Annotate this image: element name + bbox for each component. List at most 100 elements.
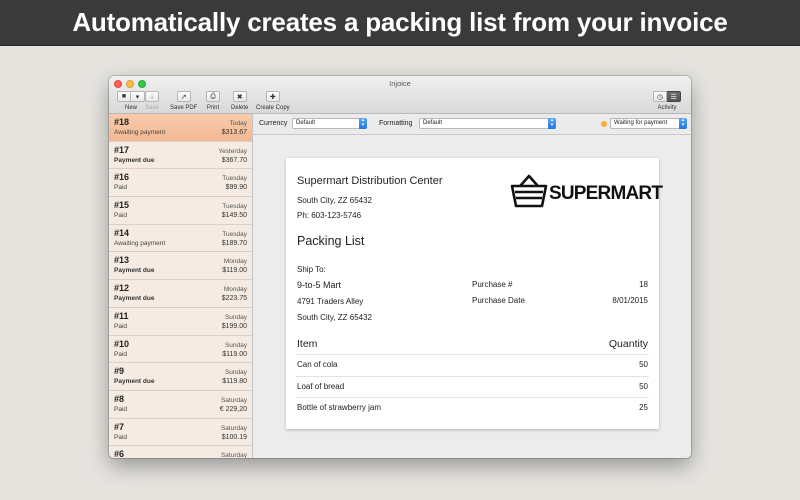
- formatting-select[interactable]: Default ▴ ▾: [419, 118, 556, 129]
- invoice-number: #17: [114, 144, 130, 155]
- invoice-status: Paid: [114, 184, 128, 192]
- invoice-number: #9: [114, 366, 125, 377]
- item-name: Loaf of bread: [297, 381, 345, 391]
- invoice-amount: $119.00: [222, 267, 247, 275]
- invoice-day: Saturday: [220, 424, 247, 432]
- invoice-day: Sunday: [224, 313, 247, 321]
- filter-bar: Currency Default ▴ ▾ Formatting Default ▴…: [253, 114, 691, 135]
- new-document-icon: ■: [117, 91, 131, 102]
- invoice-status: Paid: [114, 433, 128, 441]
- document-preview-area: Supermart Distribution Center South City…: [253, 135, 691, 458]
- quantity-column-header: Quantity: [608, 338, 648, 350]
- invoice-row[interactable]: #14 Tuesday Awaiting payment $189.70: [109, 224, 252, 253]
- logo-wordmark: SUPERMART: [549, 183, 663, 204]
- invoice-list: #18 Today Awaiting payment $313.67 #17 Yester…: [109, 114, 253, 458]
- item-quantity: 25: [639, 403, 648, 412]
- invoice-row[interactable]: #9 Sunday Payment due $119.80: [109, 363, 252, 391]
- currency-label: Currency: [259, 120, 288, 127]
- invoice-amount: $149.50: [221, 212, 247, 220]
- row-divider: [296, 397, 649, 398]
- chevron-down-icon[interactable]: ▾: [131, 91, 145, 102]
- basket-icon: [510, 174, 548, 208]
- invoice-status: Awaiting payment: [114, 239, 166, 247]
- company-phone: Ph: 603-123-5746: [297, 211, 362, 220]
- invoice-amount: $119.80: [222, 378, 247, 386]
- invoice-amount: $313.67: [221, 129, 247, 136]
- save-pdf-button[interactable]: ↗ Save PDF: [170, 91, 197, 111]
- invoice-day: Sunday: [224, 369, 247, 377]
- invoice-row[interactable]: #11 Sunday Paid $199.00: [109, 307, 252, 336]
- download-icon: ⤓: [145, 91, 159, 102]
- formatting-select-value: Default: [423, 120, 443, 126]
- item-name: Can of cola: [297, 360, 338, 369]
- status-select[interactable]: Waiting for payment ▴ ▾: [610, 118, 687, 129]
- invoice-status: Payment due: [114, 295, 155, 303]
- invoice-row[interactable]: #18 Today Awaiting payment $313.67: [109, 114, 252, 142]
- app-window: Injoice ■ ▾ New ⤓ Save ↗ Save PDF ⎙ Prin…: [109, 76, 691, 458]
- invoice-day: Monday: [223, 258, 247, 266]
- gauge-icon[interactable]: ◷: [653, 91, 668, 102]
- invoice-row[interactable]: #17 Yesterday Payment due $367.70: [109, 141, 252, 170]
- create-copy-button[interactable]: ✚ Create Copy: [256, 91, 290, 111]
- purchase-date-label: Purchase Date: [472, 296, 525, 305]
- invoice-status: Payment due: [114, 378, 155, 386]
- list-icon[interactable]: ☰: [667, 91, 682, 102]
- currency-select-value: Default: [296, 120, 316, 126]
- invoice-amount: € 229,20: [219, 405, 247, 413]
- supermart-logo: [510, 173, 548, 214]
- row-divider: [296, 375, 649, 377]
- invoice-day: Tuesday: [222, 230, 247, 238]
- invoice-day: Saturday: [220, 396, 247, 404]
- invoice-row[interactable]: #12 Monday Payment due $223.75: [109, 280, 252, 308]
- packing-list-document: Supermart Distribution Center South City…: [286, 158, 663, 429]
- invoice-number: #14: [114, 227, 130, 238]
- create-copy-button-label: Create Copy: [256, 105, 290, 111]
- invoice-amount: $119.00: [222, 350, 247, 358]
- plus-icon: ✚: [265, 91, 280, 102]
- invoice-day: Sunday: [224, 341, 247, 349]
- invoice-day: Yesterday: [218, 147, 247, 155]
- title-bar: Injoice ■ ▾ New ⤓ Save ↗ Save PDF ⎙ Prin…: [109, 76, 691, 114]
- invoice-status: Payment due: [114, 267, 155, 275]
- ship-to-city: South City, ZZ 65432: [297, 313, 372, 322]
- print-button[interactable]: ⎙ Print: [206, 91, 220, 111]
- banner-headline: Automatically creates a packing list fro…: [72, 7, 728, 37]
- company-name: Supermart Distribution Center: [297, 175, 443, 187]
- save-button[interactable]: ⤓ Save: [145, 91, 159, 111]
- purchase-number-label: Purchase #: [472, 280, 513, 289]
- invoice-number: #13: [114, 255, 130, 266]
- delete-icon: ✖: [232, 91, 247, 102]
- status-select-value: Waiting for payment: [614, 120, 668, 126]
- print-button-label: Print: [206, 105, 220, 111]
- invoice-number: #18: [114, 117, 130, 127]
- invoice-status: Paid: [114, 405, 128, 413]
- invoice-number: #15: [114, 200, 130, 211]
- item-quantity: 50: [639, 360, 648, 369]
- select-arrows-icon: ▴ ▾: [679, 118, 687, 129]
- invoice-row[interactable]: #8 Saturday Paid € 229,20: [109, 390, 252, 419]
- invoice-amount: $100.19: [221, 433, 247, 441]
- invoice-amount: $199.00: [221, 322, 247, 330]
- delete-button[interactable]: ✖ Delete: [231, 91, 248, 111]
- currency-select[interactable]: Default ▴ ▾: [292, 118, 367, 129]
- new-button[interactable]: ■ ▾ New: [117, 91, 145, 111]
- invoice-row[interactable]: #13 Monday Payment due $119.00: [109, 252, 252, 281]
- share-icon: ↗: [176, 91, 191, 102]
- invoice-status: Awaiting payment: [114, 129, 166, 136]
- select-arrows-icon: ▴ ▾: [359, 118, 367, 129]
- company-city: South City, ZZ 65432: [297, 196, 372, 205]
- invoice-row[interactable]: #7 Saturday Paid $100.19: [109, 418, 252, 447]
- invoice-row[interactable]: #16 Tuesday Paid $99.90: [109, 169, 252, 198]
- invoice-status: Paid: [114, 350, 128, 358]
- select-arrows-icon: ▴ ▾: [548, 118, 556, 129]
- activity-button[interactable]: ◷ ☰ Activity: [653, 91, 682, 111]
- invoice-number: #8: [114, 393, 125, 404]
- invoice-row[interactable]: #6 Saturday: [109, 446, 252, 458]
- invoice-row[interactable]: #10 Sunday Paid $119.00: [109, 335, 252, 364]
- invoice-amount: $99.90: [225, 184, 247, 192]
- invoice-row[interactable]: #15 Tuesday Paid $149.50: [109, 197, 252, 225]
- invoice-day: Tuesday: [222, 175, 247, 183]
- ship-to-name: 9-to-5 Mart: [297, 280, 342, 290]
- window-title: Injoice: [389, 79, 411, 88]
- invoice-amount: $189.70: [221, 239, 247, 247]
